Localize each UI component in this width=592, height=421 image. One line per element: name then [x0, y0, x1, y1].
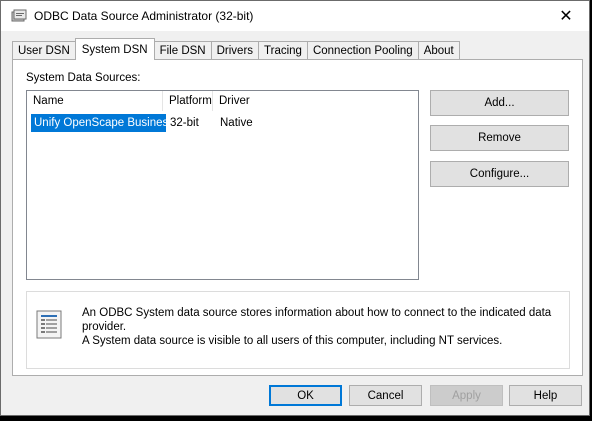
tab-about[interactable]: About: [417, 41, 460, 60]
tab-drivers[interactable]: Drivers: [210, 41, 260, 60]
info-line-1: An ODBC System data source stores inform…: [82, 307, 552, 333]
info-box: An ODBC System data source stores inform…: [26, 291, 570, 369]
add-button[interactable]: Add...: [430, 90, 569, 116]
tab-user-dsn[interactable]: User DSN: [12, 41, 76, 60]
column-header-driver[interactable]: Driver: [213, 91, 273, 111]
help-button[interactable]: Help: [509, 385, 582, 406]
column-header-name[interactable]: Name: [27, 91, 163, 111]
row-platform-cell[interactable]: 32-bit: [166, 114, 216, 132]
remove-button[interactable]: Remove: [430, 125, 569, 151]
column-header-platform[interactable]: Platform: [163, 91, 213, 111]
tab-file-dsn[interactable]: File DSN: [153, 41, 212, 60]
tab-connection-pooling[interactable]: Connection Pooling: [306, 41, 419, 60]
close-button[interactable]: ✕: [543, 1, 589, 31]
system-dsn-panel: System Data Sources: Name Platform Drive…: [12, 59, 583, 376]
data-sources-list[interactable]: Name Platform Driver Unify OpenScape Bus…: [26, 90, 419, 280]
tab-strip: User DSN System DSN File DSN Drivers Tra…: [12, 38, 460, 60]
row-driver-cell[interactable]: Native: [216, 114, 276, 132]
window-title: ODBC Data Source Administrator (32-bit): [34, 9, 254, 23]
close-icon: ✕: [559, 8, 573, 25]
dialog-footer: OK Cancel Apply Help: [1, 379, 589, 415]
table-row[interactable]: Unify OpenScape Business 32-bit Native: [27, 114, 418, 132]
system-data-sources-label: System Data Sources:: [26, 72, 141, 84]
tab-tracing[interactable]: Tracing: [258, 41, 308, 60]
configure-button[interactable]: Configure...: [430, 161, 569, 187]
list-header: Name Platform Driver: [27, 91, 418, 111]
odbc-admin-window: ODBC Data Source Administrator (32-bit) …: [0, 0, 590, 416]
tab-system-dsn[interactable]: System DSN: [74, 38, 155, 60]
data-source-info-icon: [36, 310, 62, 339]
odbc-app-icon: [11, 9, 27, 22]
cancel-button[interactable]: Cancel: [349, 385, 422, 406]
title-bar[interactable]: ODBC Data Source Administrator (32-bit) …: [1, 1, 589, 31]
info-text: An ODBC System data source stores inform…: [82, 306, 562, 348]
row-name-cell[interactable]: Unify OpenScape Business: [31, 114, 174, 132]
apply-button[interactable]: Apply: [430, 385, 503, 406]
ok-button[interactable]: OK: [269, 385, 342, 406]
info-line-2: A System data source is visible to all u…: [82, 335, 503, 347]
